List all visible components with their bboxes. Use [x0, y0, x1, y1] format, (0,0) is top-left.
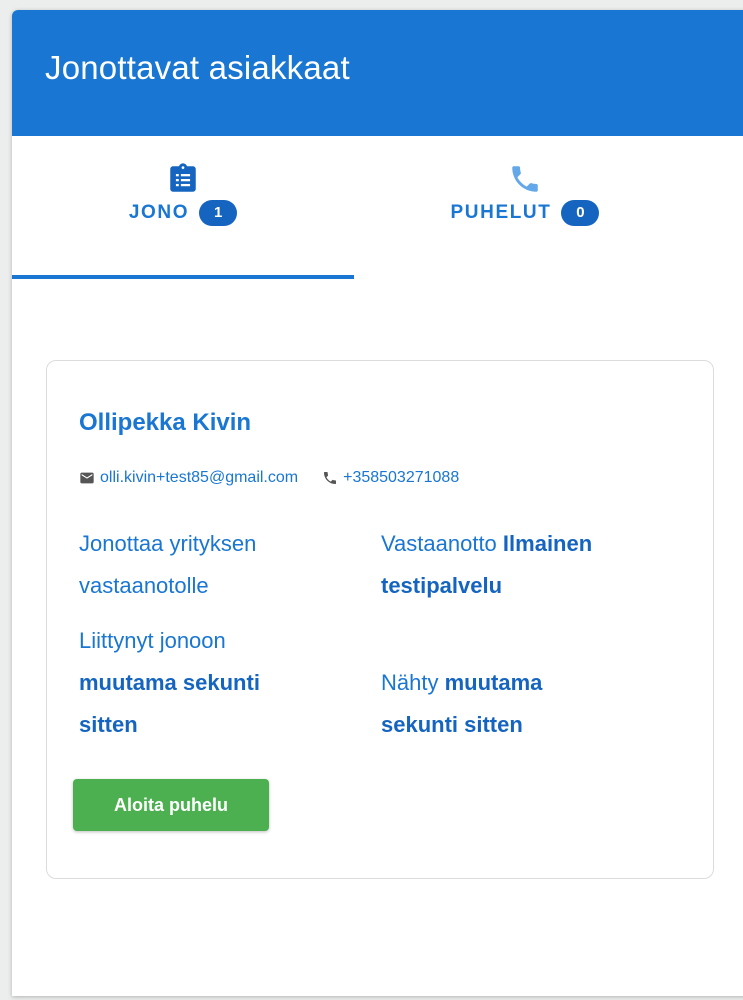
panel-title: Jonottavat asiakkaat — [45, 49, 350, 86]
seen-value-line2: sekunti sitten — [381, 712, 523, 737]
tab-queue-label-row: JONO 1 — [128, 200, 238, 226]
customer-phone-group: +358503271088 — [322, 469, 459, 487]
phone-small-icon — [324, 472, 337, 484]
seen-line1: Nähty muutama — [381, 662, 542, 704]
queue-target-line2: vastaanotolle — [79, 573, 209, 598]
customer-email[interactable]: olli.kivin+test85@gmail.com — [100, 469, 298, 487]
tab-calls-count-badge: 0 — [561, 200, 600, 226]
email-icon — [80, 472, 94, 484]
tab-calls[interactable]: PUHELUT 0 — [354, 136, 696, 278]
joined-label: Liittynyt jonoon — [79, 628, 226, 653]
tab-bar: JONO 1 PUHELUT 0 — [12, 136, 743, 279]
tab-queue[interactable]: JONO 1 — [12, 136, 354, 278]
reception-line1: Vastaanotto Ilmainen — [381, 523, 592, 565]
tab-queue-count-badge: 1 — [199, 200, 238, 226]
reception-label: Vastaanotto — [381, 531, 497, 556]
customer-contact-row: olli.kivin+test85@gmail.com +35850327108… — [79, 469, 459, 487]
joined-value-line1: muutama sekunti — [79, 670, 260, 695]
tab-calls-label-row: PUHELUT 0 — [451, 200, 600, 226]
tab-queue-label: JONO — [128, 202, 190, 223]
queue-panel: Jonottavat asiakkaat JONO 1 PUHELUT 0 Ol… — [12, 10, 743, 996]
tab-calls-label: PUHELUT — [450, 202, 552, 223]
customer-phone[interactable]: +358503271088 — [343, 469, 459, 487]
active-tab-indicator — [12, 275, 354, 279]
joined-value-line2: sitten — [79, 712, 138, 737]
seen-value-line1: muutama — [444, 670, 543, 695]
reception-info: Vastaanotto Ilmainen testipalvelu — [381, 523, 592, 607]
customer-card: Ollipekka Kivin olli.kivin+test85@gmail.… — [46, 360, 714, 879]
reception-line2: testipalvelu — [381, 565, 592, 607]
joined-value-line1-wrap: muutama sekunti — [79, 662, 260, 704]
seen-label: Nähty — [381, 670, 439, 695]
queue-target-line1: Jonottaa yrityksen — [79, 531, 257, 556]
seen-line2: sekunti sitten — [381, 704, 542, 746]
reception-name-line2: testipalvelu — [381, 573, 503, 598]
panel-header: Jonottavat asiakkaat — [12, 10, 743, 136]
joined-value-line2-wrap: sitten — [79, 704, 260, 746]
seen-info: Nähty muutama sekunti sitten — [381, 662, 542, 746]
clipboard-list-icon — [170, 163, 196, 192]
customer-name: Ollipekka Kivin — [79, 409, 252, 436]
queue-target-info: Jonottaa yrityksen vastaanotolle — [79, 523, 256, 607]
reception-name-line1: Ilmainen — [502, 531, 593, 556]
start-call-button[interactable]: Aloita puhelu — [73, 779, 269, 831]
joined-info: Liittynyt jonoon muutama sekunti sitten — [79, 620, 260, 746]
phone-icon — [512, 166, 538, 192]
